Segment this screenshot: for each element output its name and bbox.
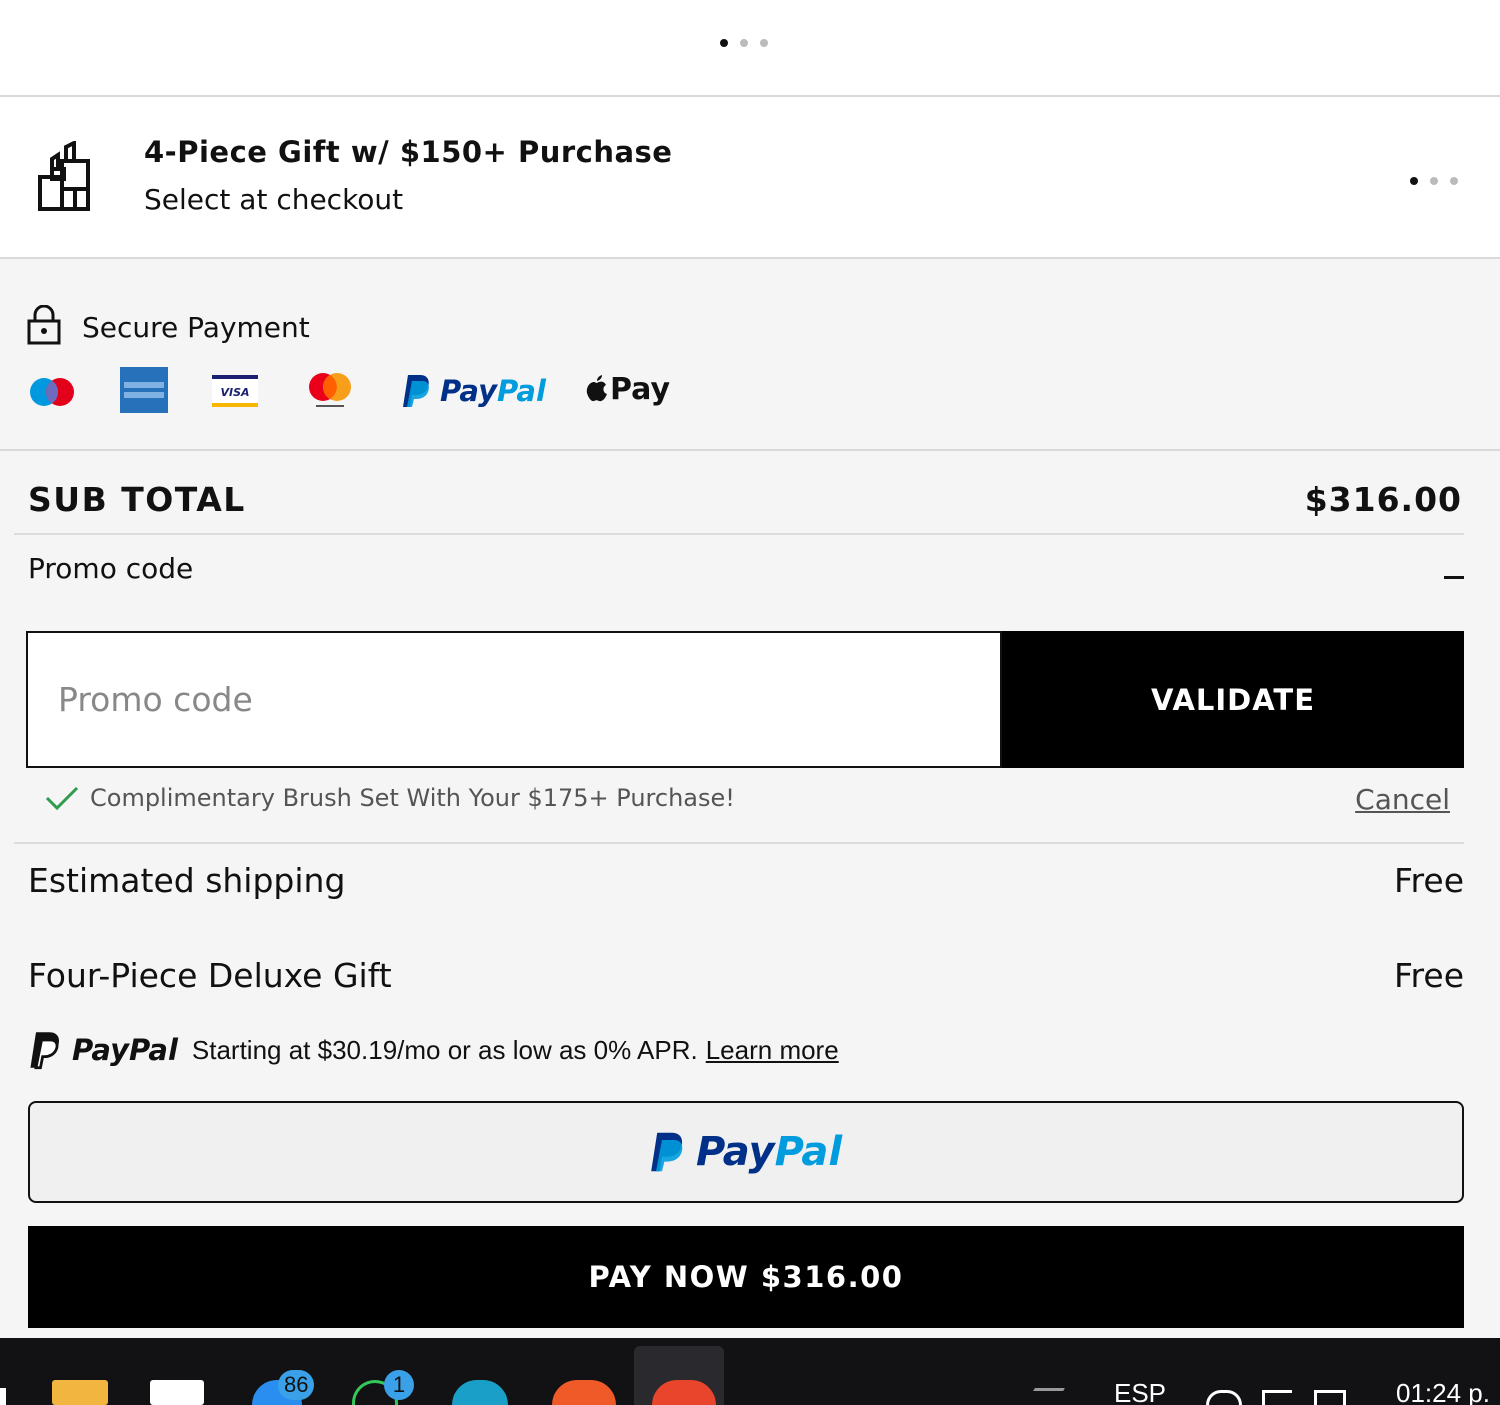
start-edge [0,1388,6,1405]
subtotal-value: $316.00 [1304,480,1462,519]
promo-code-input[interactable] [26,631,1002,768]
clock[interactable]: 01:24 p. [1396,1378,1490,1405]
carousel-dot[interactable] [1450,177,1458,185]
apple-pay-logo: Pay [586,369,670,409]
amex-icon [120,367,168,413]
gift-products-icon [38,141,90,211]
carousel-dot[interactable] [1430,177,1438,185]
cancel-promo-link[interactable]: Cancel [1355,783,1450,816]
paypal-credit-brand: PayPal [72,1033,178,1067]
edge-browser-icon[interactable] [452,1380,508,1405]
volume-icon[interactable] [1262,1390,1292,1405]
maestro-icon [30,378,74,406]
language-indicator[interactable]: ESP [1114,1378,1166,1405]
validate-button[interactable]: VALIDATE [1002,631,1464,768]
promo-form: VALIDATE [26,631,1464,768]
app-icon[interactable] [552,1380,616,1405]
apple-pay-text: Pay [610,371,671,407]
promo-message: Complimentary Brush Set With Your $175+ … [44,784,735,812]
gift-promo-banner[interactable]: 4-Piece Gift w/ $150+ Purchase Select at… [0,97,1500,259]
deluxe-gift-label: Four-Piece Deluxe Gift [28,956,392,995]
pay-now-button[interactable]: PAY NOW $316.00 [28,1226,1464,1328]
visa-icon: VISA [212,375,258,407]
carousel-dot[interactable] [740,39,748,47]
paypal-wordmark: PayPal [440,374,546,408]
paypal-p-icon [651,1132,683,1172]
shipping-label: Estimated shipping [28,861,346,900]
shipping-value: Free [1393,861,1464,900]
notification-badge: 86 [278,1370,315,1400]
battery-icon[interactable] [1314,1390,1346,1405]
deluxe-gift-value: Free [1393,956,1464,995]
carousel-dot[interactable] [720,39,728,47]
mastercard-icon [309,373,351,407]
paypal-p-icon [30,1032,60,1070]
carousel-dot[interactable] [760,39,768,47]
chevron-up-icon[interactable] [1025,1388,1065,1405]
carousel-dots[interactable] [720,39,768,47]
gift-carousel-dots[interactable] [1410,177,1458,185]
promo-message-text: Complimentary Brush Set With Your $175+ … [90,784,735,812]
file-explorer-icon[interactable] [52,1380,108,1405]
notification-badge: 1 [384,1370,414,1400]
svg-text:VISA: VISA [220,386,249,399]
apple-icon [586,375,607,402]
subtotal-label: SUB TOTAL [28,480,246,519]
divider [14,533,1464,535]
lock-icon [27,305,61,345]
collapse-promo-button[interactable] [1444,576,1464,579]
wifi-icon[interactable] [1206,1390,1242,1405]
paypal-logo: PayPal [402,371,546,411]
secure-payment-label: Secure Payment [82,311,310,344]
promo-code-label: Promo code [28,552,194,585]
os-taskbar: 86 1 ESP 01:24 p. [0,1338,1500,1405]
paypal-checkout-button[interactable]: PayPal [28,1101,1464,1203]
learn-more-link[interactable]: Learn more [706,1035,839,1066]
gift-subtitle: Select at checkout [144,183,404,216]
check-icon [45,786,79,811]
paypal-button-wordmark: PayPal [695,1129,843,1175]
paypal-p-icon [403,375,429,407]
store-icon[interactable] [150,1380,204,1405]
gift-title: 4-Piece Gift w/ $150+ Purchase [144,135,673,169]
secure-payment-section: Secure Payment VISA PayPal Pay [0,259,1500,451]
carousel-header [0,0,1500,97]
carousel-dot[interactable] [1410,177,1418,185]
paypal-credit-text: Starting at $30.19/mo or as low as 0% AP… [191,1034,698,1065]
paypal-credit-message: PayPal Starting at $30.19/mo or as low a… [28,1028,839,1072]
divider [14,842,1464,844]
